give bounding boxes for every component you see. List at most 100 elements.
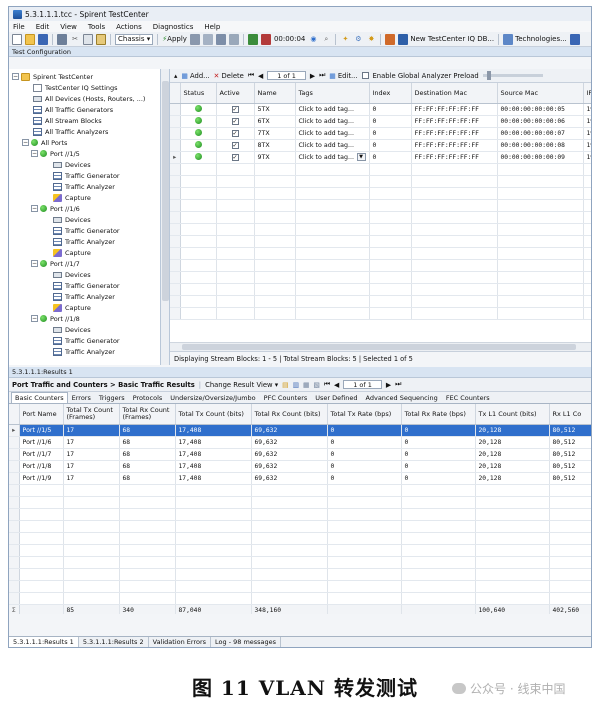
- column-header-tags[interactable]: Tags: [295, 83, 370, 104]
- results-row[interactable]: Port //1/9 17 68 17,408 69,632 0 0 20,12…: [9, 472, 591, 485]
- preload-checkbox[interactable]: [361, 72, 369, 79]
- tags-cell[interactable]: Click to add tag...: [295, 139, 370, 152]
- export-icon[interactable]: ▥: [293, 381, 299, 389]
- src-mac-cell[interactable]: 00:00:00:00:00:09: [497, 151, 584, 164]
- doc-tab-results-1[interactable]: 5.3.1.1.1:Results 1: [9, 637, 79, 647]
- name-cell[interactable]: 6TX: [254, 115, 296, 128]
- scroll-thumb[interactable]: [162, 81, 169, 301]
- tab-errors[interactable]: Errors: [68, 392, 95, 403]
- tab-triggers[interactable]: Triggers: [95, 392, 129, 403]
- row-selector[interactable]: [9, 436, 20, 449]
- active-checkbox[interactable]: ✓: [231, 117, 239, 125]
- tree-port-capture[interactable]: Capture: [53, 247, 91, 258]
- print-icon[interactable]: [57, 33, 67, 45]
- active-checkbox[interactable]: ✓: [231, 153, 239, 161]
- tree-port-devices[interactable]: Devices: [53, 324, 91, 335]
- tab-undersize-oversize-jumbo[interactable]: Undersize/Oversize/Jumbo: [166, 392, 259, 403]
- column-header-status[interactable]: Status: [180, 83, 217, 104]
- column-header-tx-l1[interactable]: Tx L1 Count (bits): [475, 404, 550, 425]
- save-icon[interactable]: [569, 33, 580, 45]
- results-row[interactable]: Port //1/7 17 68 17,408 69,632 0 0 20,12…: [9, 448, 591, 461]
- row-selector-current[interactable]: ▸: [9, 424, 20, 437]
- apply-button[interactable]: ⚡ Apply: [162, 34, 187, 45]
- doc-tab-log[interactable]: Log - 98 messages: [211, 637, 282, 647]
- port-name-cell[interactable]: Port //1/5: [19, 424, 64, 437]
- column-header-name[interactable]: Name: [254, 83, 296, 104]
- tree-item-all-analyzers[interactable]: All Traffic Analyzers: [33, 126, 108, 137]
- tree-port-generator[interactable]: Traffic Generator: [53, 170, 120, 181]
- add-button[interactable]: ▦ Add...: [181, 72, 209, 80]
- row-selector-current[interactable]: ▸: [170, 151, 181, 164]
- collapse-icon[interactable]: −: [31, 315, 38, 322]
- name-cell[interactable]: 9TX: [254, 151, 296, 164]
- column-header-port-name[interactable]: Port Name: [19, 404, 64, 425]
- delete-button[interactable]: ✕ Delete: [214, 72, 244, 80]
- prev-page-icon[interactable]: ◀: [258, 72, 263, 80]
- row-selector[interactable]: [9, 460, 20, 473]
- active-checkbox[interactable]: ✓: [231, 105, 239, 113]
- last-page-icon[interactable]: ⏭: [395, 380, 401, 389]
- port-name-cell[interactable]: Port //1/8: [19, 460, 64, 473]
- menu-view[interactable]: View: [60, 23, 77, 31]
- iq-icon[interactable]: [385, 33, 396, 45]
- preload-slider[interactable]: [482, 71, 543, 80]
- tree-port[interactable]: − Port //1/8: [31, 313, 80, 324]
- column-header-tx-rate[interactable]: Total Tx Rate (bps): [327, 404, 402, 425]
- column-header-rx-frames[interactable]: Total Rx Count (Frames): [119, 404, 176, 425]
- results-row[interactable]: Port //1/8 17 68 17,408 69,632 0 0 20,12…: [9, 460, 591, 473]
- doc-tab-results-2[interactable]: 5.3.1.1.1:Results 2: [79, 637, 149, 647]
- connect-icon[interactable]: [189, 33, 200, 45]
- tree-port-devices[interactable]: Devices: [53, 159, 91, 170]
- column-header-tx-bits[interactable]: Total Tx Count (bits): [175, 404, 252, 425]
- results-row[interactable]: ▸ Port //1/5 17 68 17,408 69,632 0 0 20,…: [9, 424, 591, 437]
- dst-mac-cell[interactable]: FF:FF:FF:FF:FF:FF: [411, 115, 498, 128]
- new-file-icon[interactable]: [12, 33, 22, 45]
- name-cell[interactable]: 5TX: [254, 103, 296, 116]
- tree-port-analyzer[interactable]: Traffic Analyzer: [53, 236, 115, 247]
- tree-item-iq-settings[interactable]: TestCenter IQ Settings: [33, 82, 118, 93]
- search-icon[interactable]: ⌕: [321, 34, 331, 45]
- tags-cell[interactable]: Click to add tag...: [295, 127, 370, 140]
- chart-icon[interactable]: ▤: [282, 381, 288, 389]
- column-header-tx-frames[interactable]: Total Tx Count (Frames): [63, 404, 120, 425]
- doc-tab-validation-errors[interactable]: Validation Errors: [149, 637, 212, 647]
- tab-basic-counters[interactable]: Basic Counters: [11, 392, 68, 403]
- tree-port-analyzer[interactable]: Traffic Analyzer: [53, 291, 115, 302]
- tree-port-generator[interactable]: Traffic Generator: [53, 335, 120, 346]
- results-path[interactable]: Port Traffic and Counters > Basic Traffi…: [12, 381, 195, 389]
- src-mac-cell[interactable]: 00:00:00:00:00:06: [497, 115, 584, 128]
- tab-protocols[interactable]: Protocols: [129, 392, 167, 403]
- table-row[interactable]: ▸ ✓ 9TX Click to add tag... ▼ 0 FF:FF:FF:…: [170, 151, 591, 164]
- row-selector[interactable]: [170, 139, 181, 152]
- tags-cell[interactable]: Click to add tag...: [295, 103, 370, 116]
- paste-icon[interactable]: [96, 33, 106, 45]
- name-cell[interactable]: 8TX: [254, 139, 296, 152]
- port-name-cell[interactable]: Port //1/9: [19, 472, 64, 485]
- column-header-rx-l1[interactable]: Rx L1 Co: [549, 404, 591, 425]
- dst-mac-cell[interactable]: FF:FF:FF:FF:FF:FF: [411, 103, 498, 116]
- table-row[interactable]: ✓ 6TX Click to add tag... 0 FF:FF:FF:FF:…: [170, 115, 591, 128]
- row-selector[interactable]: [170, 127, 181, 140]
- menu-diagnostics[interactable]: Diagnostics: [153, 23, 194, 31]
- dst-mac-cell[interactable]: FF:FF:FF:FF:FF:FF: [411, 151, 498, 164]
- port-name-cell[interactable]: Port //1/6: [19, 436, 64, 449]
- tree-port-devices[interactable]: Devices: [53, 214, 91, 225]
- tree-port[interactable]: − Port //1/6: [31, 203, 80, 214]
- chassis-dropdown[interactable]: Chassis ▾: [115, 33, 154, 45]
- column-header-ipv[interactable]: IPv: [583, 83, 591, 104]
- table-row[interactable]: ✓ 7TX Click to add tag... 0 FF:FF:FF:FF:…: [170, 127, 591, 140]
- column-header-active[interactable]: Active: [216, 83, 255, 104]
- stop-traffic-icon[interactable]: [260, 33, 271, 45]
- wizard-icon[interactable]: ✦: [340, 34, 350, 45]
- menu-actions[interactable]: Actions: [116, 23, 142, 31]
- tree-item-all-ports[interactable]: − All Ports: [22, 137, 67, 148]
- menu-tools[interactable]: Tools: [88, 23, 105, 31]
- src-mac-cell[interactable]: 00:00:00:00:00:07: [497, 127, 584, 140]
- collapse-icon[interactable]: ▴: [174, 72, 177, 80]
- release-icon[interactable]: [202, 33, 213, 45]
- edit-button[interactable]: ▦ Edit...: [329, 72, 357, 80]
- tree-item-all-devices[interactable]: All Devices (Hosts, Routers, ...): [33, 93, 145, 104]
- tree-port[interactable]: − Port //1/5: [31, 148, 80, 159]
- next-page-icon[interactable]: ▶: [310, 72, 315, 80]
- row-selector[interactable]: [170, 115, 181, 128]
